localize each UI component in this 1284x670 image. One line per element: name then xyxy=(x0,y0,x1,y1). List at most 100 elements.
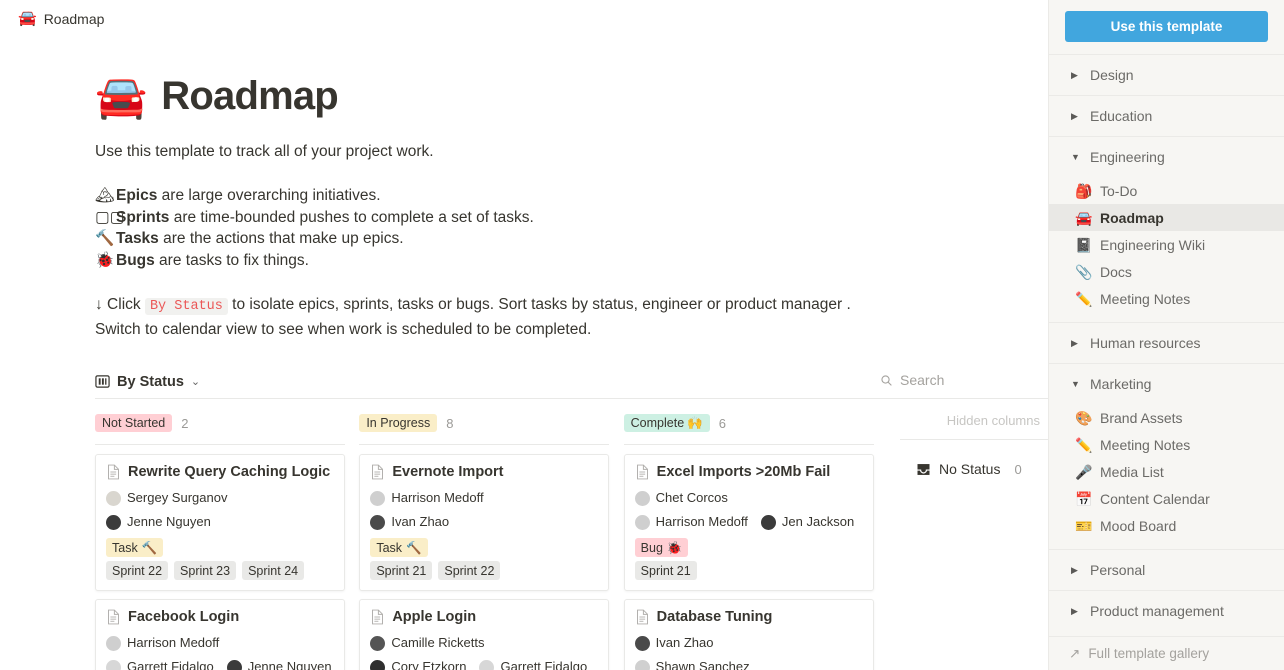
legend-term: Bugs xyxy=(116,251,155,269)
card-type-tags: Task 🔨 xyxy=(106,538,334,558)
sidebar-item-label: Content Calendar xyxy=(1100,490,1210,507)
sidebar-item-to-do[interactable]: 🎒 To-Do xyxy=(1049,177,1284,204)
column-rule xyxy=(623,444,874,446)
card-title-row: Apple Login xyxy=(370,609,598,625)
board-card[interactable]: Database Tuning Ivan Zhao Shawn Sanchez xyxy=(623,599,874,670)
sidebar-group-marketing[interactable]: ▼ Marketing xyxy=(1049,364,1284,404)
card-type-tags: Task 🔨 xyxy=(370,538,598,558)
card-person: Sergey Surganov xyxy=(106,486,227,510)
avatar xyxy=(634,659,650,670)
hidden-column-no-status[interactable]: No Status 0 xyxy=(900,461,1048,477)
sidebar-item-media-list[interactable]: 🎤 Media List xyxy=(1049,458,1284,485)
legend-item-bugs: 🐞 Bugs are tasks to fix things. xyxy=(95,250,1048,272)
card-sprint-tags: Sprint 22 Sprint 23 Sprint 24 xyxy=(106,561,334,581)
card-person: Harrison Medoff xyxy=(106,631,219,655)
avatar xyxy=(479,659,495,670)
column-cards: Rewrite Query Caching Logic Sergey Surga… xyxy=(95,454,359,670)
sidebar-group-education[interactable]: ▶ Education xyxy=(1049,96,1284,136)
board-card[interactable]: Evernote Import Harrison Medoff Ivan Zha… xyxy=(359,454,610,592)
card-person: Jenne Nguyen xyxy=(106,510,211,534)
hidden-columns-area: Hidden columns No Status 0 xyxy=(888,413,1048,670)
sidebar-group-personal[interactable]: ▶ Personal xyxy=(1049,550,1284,590)
inbox-icon xyxy=(917,463,930,475)
sidebar-item-label: Meeting Notes xyxy=(1100,436,1191,453)
hint-prefix: ↓ Click xyxy=(95,296,145,314)
card-person-row: Harrison Medoff xyxy=(106,631,334,655)
app-root: 🚘 Roadmap 🚘 Roadmap Use this template to… xyxy=(0,0,1284,670)
sidebar-item-label: Roadmap xyxy=(1100,209,1164,226)
sidebar-group-label: Marketing xyxy=(1090,376,1152,392)
sidebar-item-content-calendar[interactable]: 📅 Content Calendar xyxy=(1049,485,1284,512)
column-cards: Excel Imports >20Mb Fail Chet Corcos Har… xyxy=(623,454,888,670)
avatar xyxy=(760,514,776,530)
chevron-right-icon: ▶ xyxy=(1071,69,1078,80)
card-person: Camille Ricketts xyxy=(370,631,485,655)
board-card[interactable]: Facebook Login Harrison Medoff Garrett F… xyxy=(95,599,345,670)
card-person: Harrison Medoff xyxy=(634,510,748,534)
column-header[interactable]: In Progress 8 xyxy=(359,413,623,433)
sidebar-group-engineering[interactable]: ▼ Engineering xyxy=(1049,137,1284,177)
view-tab-label: By Status xyxy=(117,373,184,390)
type-tag-label: Task xyxy=(112,540,138,555)
sidebar-group-label: Engineering xyxy=(1090,149,1165,165)
sprint-icon: ▢▢ xyxy=(95,207,125,226)
status-badge: Complete 🙌 xyxy=(623,414,710,433)
sidebar-group-human-resources[interactable]: ▶ Human resources xyxy=(1049,323,1284,363)
sidebar-item-roadmap[interactable]: 🚘 Roadmap xyxy=(1049,204,1284,231)
kanban-icon xyxy=(95,375,110,389)
card-person-row: Garrett Fidalgo Jenne Nguyen xyxy=(106,655,334,670)
sidebar-item-engineering-wiki[interactable]: 📓 Engineering Wiki xyxy=(1049,231,1284,258)
sidebar-item-meeting-notes[interactable]: ✏️ Meeting Notes xyxy=(1049,285,1284,312)
view-tab-by-status[interactable]: By Status ⌄ xyxy=(95,374,200,390)
sidebar-group-design[interactable]: ▶ Design xyxy=(1049,55,1284,95)
ticket-icon: 🎫 xyxy=(1075,517,1093,534)
sidebar-item-meeting-notes-marketing[interactable]: ✏️ Meeting Notes xyxy=(1049,431,1284,458)
board-card[interactable]: Excel Imports >20Mb Fail Chet Corcos Har… xyxy=(623,454,874,592)
person-name: Cory Etzkorn xyxy=(391,659,467,670)
calendar-icon: 📅 xyxy=(1075,490,1093,507)
column-cards: Evernote Import Harrison Medoff Ivan Zha… xyxy=(359,454,623,670)
avatar xyxy=(634,490,650,506)
person-name: Camille Ricketts xyxy=(391,635,485,651)
column-header[interactable]: Not Started 2 xyxy=(95,413,359,433)
sidebar-group-marketing-block: ▼ Marketing 🎨 Brand Assets ✏️ Meeting No… xyxy=(1049,364,1284,549)
card-person: Jenne Nguyen xyxy=(226,655,332,670)
board-card[interactable]: Apple Login Camille Ricketts Cory Etzkor… xyxy=(359,599,610,670)
avatar xyxy=(634,635,650,651)
sidebar-item-label: Mood Board xyxy=(1100,517,1177,534)
card-title: Database Tuning xyxy=(656,609,773,626)
card-person-row: Harrison Medoff Jen Jackson xyxy=(634,510,863,534)
column-rule xyxy=(95,444,345,446)
type-tag-bug: Bug 🐞 xyxy=(634,538,689,558)
sidebar-item-docs[interactable]: 📎 Docs xyxy=(1049,258,1284,285)
board-card[interactable]: Rewrite Query Caching Logic Sergey Surga… xyxy=(95,454,345,592)
sprint-tag: Sprint 21 xyxy=(634,561,697,581)
legend-term: Tasks xyxy=(116,230,159,248)
search-control[interactable]: Search xyxy=(880,372,944,388)
raising-hands-icon: 🙌 xyxy=(687,415,703,430)
person-name: Chet Corcos xyxy=(655,490,728,506)
full-template-gallery-link[interactable]: ↗ Full template gallery xyxy=(1049,636,1284,670)
card-title: Rewrite Query Caching Logic xyxy=(128,464,331,481)
search-input[interactable]: Search xyxy=(900,372,944,388)
avatar xyxy=(106,635,121,651)
column-header[interactable]: Complete 🙌 6 xyxy=(623,413,888,433)
status-badge: In Progress xyxy=(359,414,438,433)
card-person-row: Harrison Medoff xyxy=(370,486,598,510)
sidebar-item-brand-assets[interactable]: 🎨 Brand Assets xyxy=(1049,404,1284,431)
page-title-row: 🚘 Roadmap xyxy=(95,74,1048,119)
column-rule xyxy=(359,444,610,446)
breadcrumb-item-roadmap[interactable]: Roadmap xyxy=(44,11,105,27)
card-person-row: Shawn Sanchez xyxy=(634,655,863,670)
page-title-emoji-icon[interactable]: 🚘 xyxy=(95,75,147,118)
use-this-template-button[interactable]: Use this template xyxy=(1065,11,1268,42)
pencil-icon: ✏️ xyxy=(1075,436,1093,453)
mountain-icon: 🏔 xyxy=(95,187,115,205)
card-sprint-tags: Sprint 21 Sprint 22 xyxy=(370,561,598,581)
card-title-row: Rewrite Query Caching Logic xyxy=(106,464,334,480)
person-name: Garrett Fidalgo xyxy=(500,659,588,670)
sidebar-item-mood-board[interactable]: 🎫 Mood Board xyxy=(1049,512,1284,539)
sidebar-group-product-management[interactable]: ▶ Product management xyxy=(1049,591,1284,631)
person-name: Ivan Zhao xyxy=(391,514,450,530)
hidden-columns-rule xyxy=(899,439,1048,441)
